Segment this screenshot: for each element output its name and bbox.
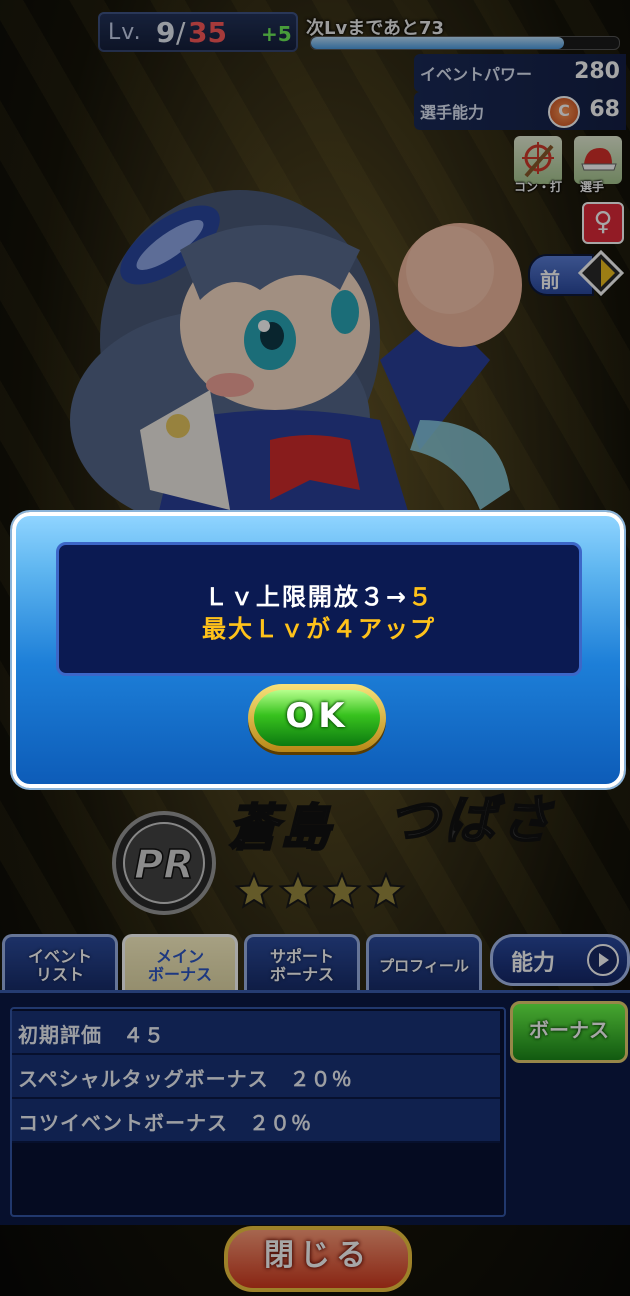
ok-button[interactable]: OK (248, 684, 386, 752)
dialog-line-1-prefix: Ｌｖ上限開放３→ (203, 583, 409, 611)
dialog-line-2: 最大Ｌｖが４アップ (202, 615, 436, 643)
ok-label: OK (285, 696, 349, 736)
limit-break-dialog: Ｌｖ上限開放３→５ 最大Ｌｖが４アップ OK (12, 512, 624, 788)
ok-button-core: OK (254, 690, 380, 746)
dialog-line-1-highlight: ５ (408, 583, 435, 611)
character-detail-screen: Lv. 9 / 35 +5 次Lvまであと73 イベントパワー 280 選手能力… (0, 0, 630, 1296)
dialog-message-box: Ｌｖ上限開放３→５ 最大Ｌｖが４アップ (56, 542, 582, 676)
dialog-line-1: Ｌｖ上限開放３→５ (59, 577, 579, 612)
